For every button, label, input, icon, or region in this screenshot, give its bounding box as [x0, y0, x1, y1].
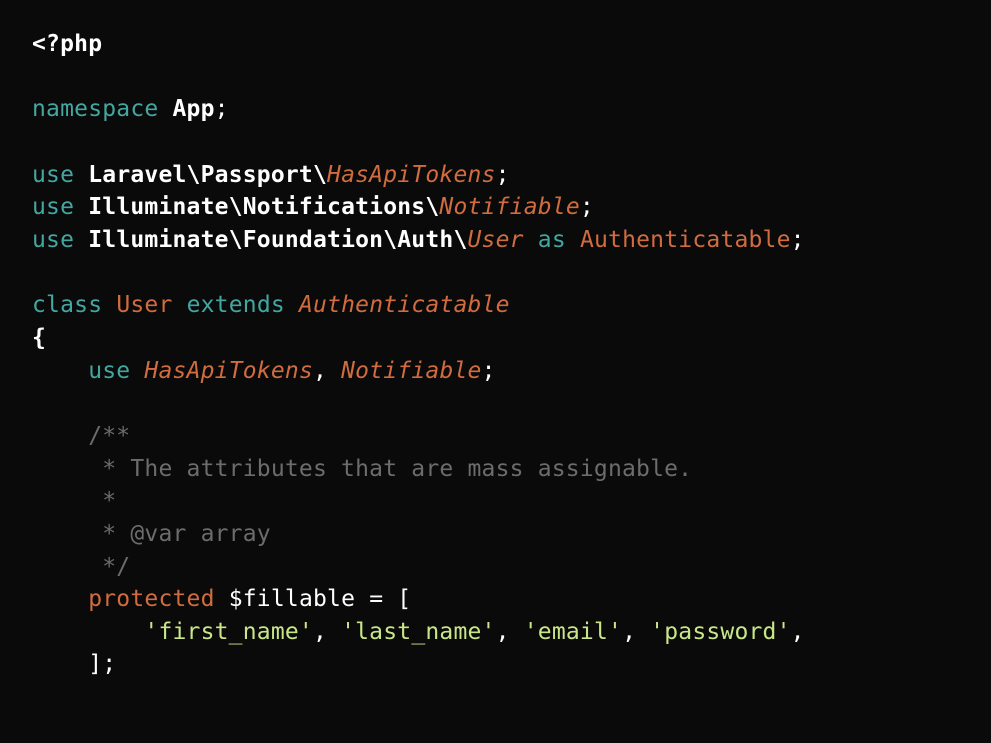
keyword-use: use [32, 194, 74, 220]
class-alias: Authenticatable [580, 227, 791, 253]
class-name: User [116, 292, 172, 318]
use-path: Illuminate\Notifications\ [88, 194, 439, 220]
docblock-line: * The attributes that are mass assignabl… [88, 456, 692, 482]
docblock-line: */ [88, 554, 130, 580]
string-literal: 'last_name' [341, 619, 496, 645]
use-path: Laravel\Passport\ [88, 162, 327, 188]
keyword-use: use [32, 227, 74, 253]
keyword-use-trait: use [88, 358, 130, 384]
keyword-use: use [32, 162, 74, 188]
keyword-namespace: namespace [32, 96, 158, 122]
docblock-line: /** [88, 423, 130, 449]
class-ref: User [468, 227, 524, 253]
trait-ref: Notifiable [341, 358, 481, 384]
string-literal: 'password' [650, 619, 790, 645]
parent-class: Authenticatable [299, 292, 510, 318]
use-path: Illuminate\Foundation\Auth\ [88, 227, 467, 253]
docblock-line: * @var array [88, 521, 271, 547]
php-open-tag: <?php [32, 31, 102, 57]
string-literal: 'email' [524, 619, 622, 645]
keyword-class: class [32, 292, 102, 318]
class-ref: Notifiable [439, 194, 579, 220]
variable: $fillable [229, 586, 355, 612]
docblock-line: * [88, 488, 116, 514]
code-block: <?php namespace App; use Laravel\Passpor… [0, 0, 991, 709]
array-close: ]; [88, 651, 116, 677]
string-literal: 'first_name' [144, 619, 313, 645]
brace-open: { [32, 325, 46, 351]
keyword-protected: protected [88, 586, 214, 612]
trait-ref: HasApiTokens [144, 358, 313, 384]
assign-open: = [ [355, 586, 411, 612]
keyword-extends: extends [187, 292, 285, 318]
class-ref: HasApiTokens [327, 162, 496, 188]
keyword-as: as [538, 227, 566, 253]
namespace-name: App [173, 96, 215, 122]
